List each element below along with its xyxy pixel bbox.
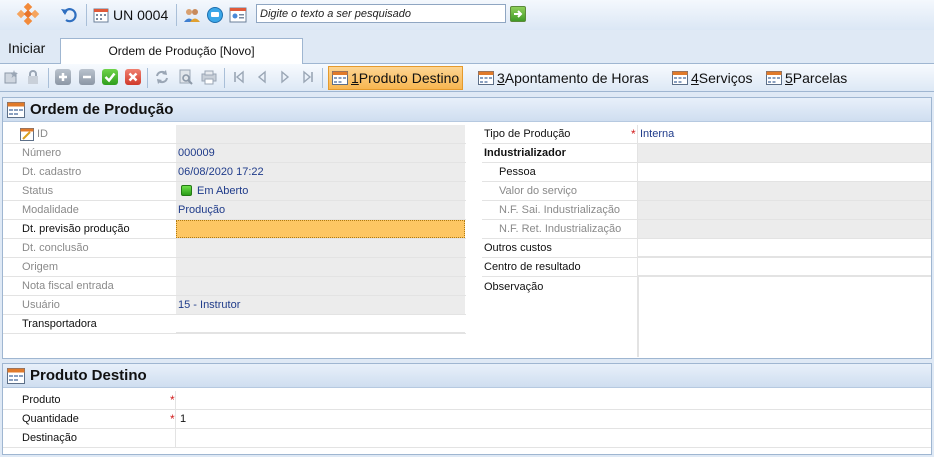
label-usuario: Usuário bbox=[22, 299, 60, 311]
label-observacao: Observação bbox=[484, 281, 544, 293]
outros-custos-input[interactable] bbox=[638, 239, 931, 257]
value-nf-sai-industrializacao bbox=[638, 201, 931, 219]
tab-produto-destino[interactable]: 1 Produto Destino bbox=[328, 66, 464, 90]
tab-ordem-de-producao[interactable]: Ordem de Produção [Novo] bbox=[60, 38, 303, 64]
search-record-icon[interactable] bbox=[178, 69, 194, 85]
label-nota-fiscal-entrada: Nota fiscal entrada bbox=[22, 280, 114, 292]
required-marker: * bbox=[170, 393, 175, 407]
label-produto: Produto bbox=[22, 394, 61, 406]
profile-card-icon[interactable] bbox=[229, 6, 247, 24]
section-header: Produto Destino bbox=[3, 364, 931, 388]
edit-id-icon bbox=[20, 128, 34, 141]
label-valor-do-servico: Valor do serviço bbox=[499, 185, 578, 197]
label-status: Status bbox=[22, 185, 54, 197]
label-centro-de-resultado: Centro de resultado bbox=[484, 261, 581, 273]
label-industrializador: Industrializador bbox=[484, 147, 566, 159]
status-green-icon bbox=[181, 185, 192, 196]
value-valor-do-servico bbox=[638, 182, 931, 200]
calendar-icon[interactable] bbox=[93, 7, 109, 23]
label-origem: Origem bbox=[22, 261, 59, 273]
value-dt-conclusao bbox=[176, 239, 465, 257]
lock-icon[interactable] bbox=[25, 69, 41, 85]
users-icon[interactable] bbox=[183, 6, 201, 24]
previous-record-icon[interactable] bbox=[254, 69, 270, 85]
add-icon[interactable] bbox=[55, 69, 71, 85]
required-marker: * bbox=[170, 412, 175, 426]
print-icon[interactable] bbox=[201, 69, 217, 85]
value-status: Em Aberto bbox=[181, 182, 248, 200]
first-record-icon[interactable] bbox=[231, 69, 247, 85]
destinacao-input[interactable] bbox=[176, 429, 931, 447]
label-id: ID bbox=[37, 128, 48, 140]
refresh-icon[interactable] bbox=[154, 69, 170, 85]
calendar-grid-icon bbox=[332, 71, 348, 85]
value-tipo-de-producao: Interna bbox=[640, 128, 675, 140]
form-icon bbox=[7, 367, 25, 384]
tab-servicos[interactable]: 4 Serviços bbox=[669, 66, 755, 90]
section-title: Ordem de Produção bbox=[30, 101, 174, 118]
value-quantidade: 1 bbox=[180, 413, 187, 425]
tipo-de-producao-select[interactable] bbox=[638, 125, 931, 143]
value-numero-box bbox=[176, 144, 465, 162]
app-logo-icon[interactable] bbox=[14, 3, 42, 29]
cancel-icon[interactable] bbox=[125, 69, 141, 85]
new-record-icon[interactable] bbox=[3, 69, 19, 85]
label-transportadora: Transportadora bbox=[22, 318, 97, 330]
label-destinacao: Destinação bbox=[22, 432, 78, 444]
chat-icon[interactable] bbox=[206, 6, 224, 24]
label-dt-previsao-producao: Dt. previsão produção bbox=[22, 223, 130, 235]
required-marker: * bbox=[631, 127, 636, 141]
transportadora-input[interactable] bbox=[176, 315, 465, 333]
value-id bbox=[176, 125, 465, 143]
centro-de-resultado-input[interactable] bbox=[638, 258, 931, 276]
value-industrializador bbox=[638, 144, 931, 162]
search-input[interactable] bbox=[256, 4, 506, 23]
pessoa-input[interactable] bbox=[638, 163, 931, 181]
value-modalidade: Produção bbox=[178, 204, 226, 216]
remove-icon[interactable] bbox=[79, 69, 95, 85]
observacao-textarea[interactable] bbox=[638, 277, 931, 357]
label-outros-custos: Outros custos bbox=[484, 242, 552, 254]
value-dt-cadastro: 06/08/2020 17:22 bbox=[178, 166, 264, 178]
dt-previsao-producao-input[interactable] bbox=[176, 220, 465, 238]
status-badge: Em Aberto bbox=[197, 185, 249, 197]
quantidade-input[interactable] bbox=[176, 410, 931, 428]
produto-input[interactable] bbox=[176, 391, 931, 409]
calendar-grid-icon bbox=[672, 71, 688, 85]
label-dt-conclusao: Dt. conclusão bbox=[22, 242, 89, 254]
column-divider bbox=[175, 391, 176, 448]
calendar-grid-icon bbox=[478, 71, 494, 85]
last-record-icon[interactable] bbox=[300, 69, 316, 85]
label-modalidade: Modalidade bbox=[22, 204, 79, 216]
undo-icon[interactable] bbox=[60, 6, 78, 24]
label-nf-sai-industrializacao: N.F. Sai. Industrialização bbox=[499, 204, 621, 216]
confirm-icon[interactable] bbox=[102, 69, 118, 85]
search-go-button[interactable] bbox=[510, 6, 526, 22]
column-divider bbox=[637, 125, 638, 357]
label-dt-cadastro: Dt. cadastro bbox=[22, 166, 82, 178]
top-bar: UN 0004 bbox=[0, 0, 934, 30]
form-icon bbox=[7, 101, 25, 118]
section-header: Ordem de Produção bbox=[3, 98, 931, 122]
value-origem bbox=[176, 258, 465, 276]
label-numero: Número bbox=[22, 147, 62, 159]
business-unit-label[interactable]: UN 0004 bbox=[113, 7, 168, 23]
value-nf-ret-industrializacao bbox=[638, 220, 931, 238]
value-usuario: 15 - Instrutor bbox=[178, 299, 241, 311]
label-tipo-de-producao: Tipo de Produção bbox=[484, 128, 571, 140]
next-record-icon[interactable] bbox=[277, 69, 293, 85]
value-numero: 000009 bbox=[178, 147, 215, 159]
label-quantidade: Quantidade bbox=[22, 413, 79, 425]
label-pessoa: Pessoa bbox=[499, 166, 536, 178]
tab-parcelas[interactable]: 5 Parcelas bbox=[763, 66, 850, 90]
label-nf-ret-industrializacao: N.F. Ret. Industrialização bbox=[499, 223, 622, 235]
value-nota-fiscal-entrada bbox=[176, 277, 465, 295]
section-title: Produto Destino bbox=[30, 367, 147, 384]
calendar-grid-icon bbox=[766, 71, 782, 85]
tab-apontamento-de-horas[interactable]: 3 Apontamento de Horas bbox=[475, 66, 652, 90]
start-button[interactable]: Iniciar bbox=[8, 40, 45, 56]
